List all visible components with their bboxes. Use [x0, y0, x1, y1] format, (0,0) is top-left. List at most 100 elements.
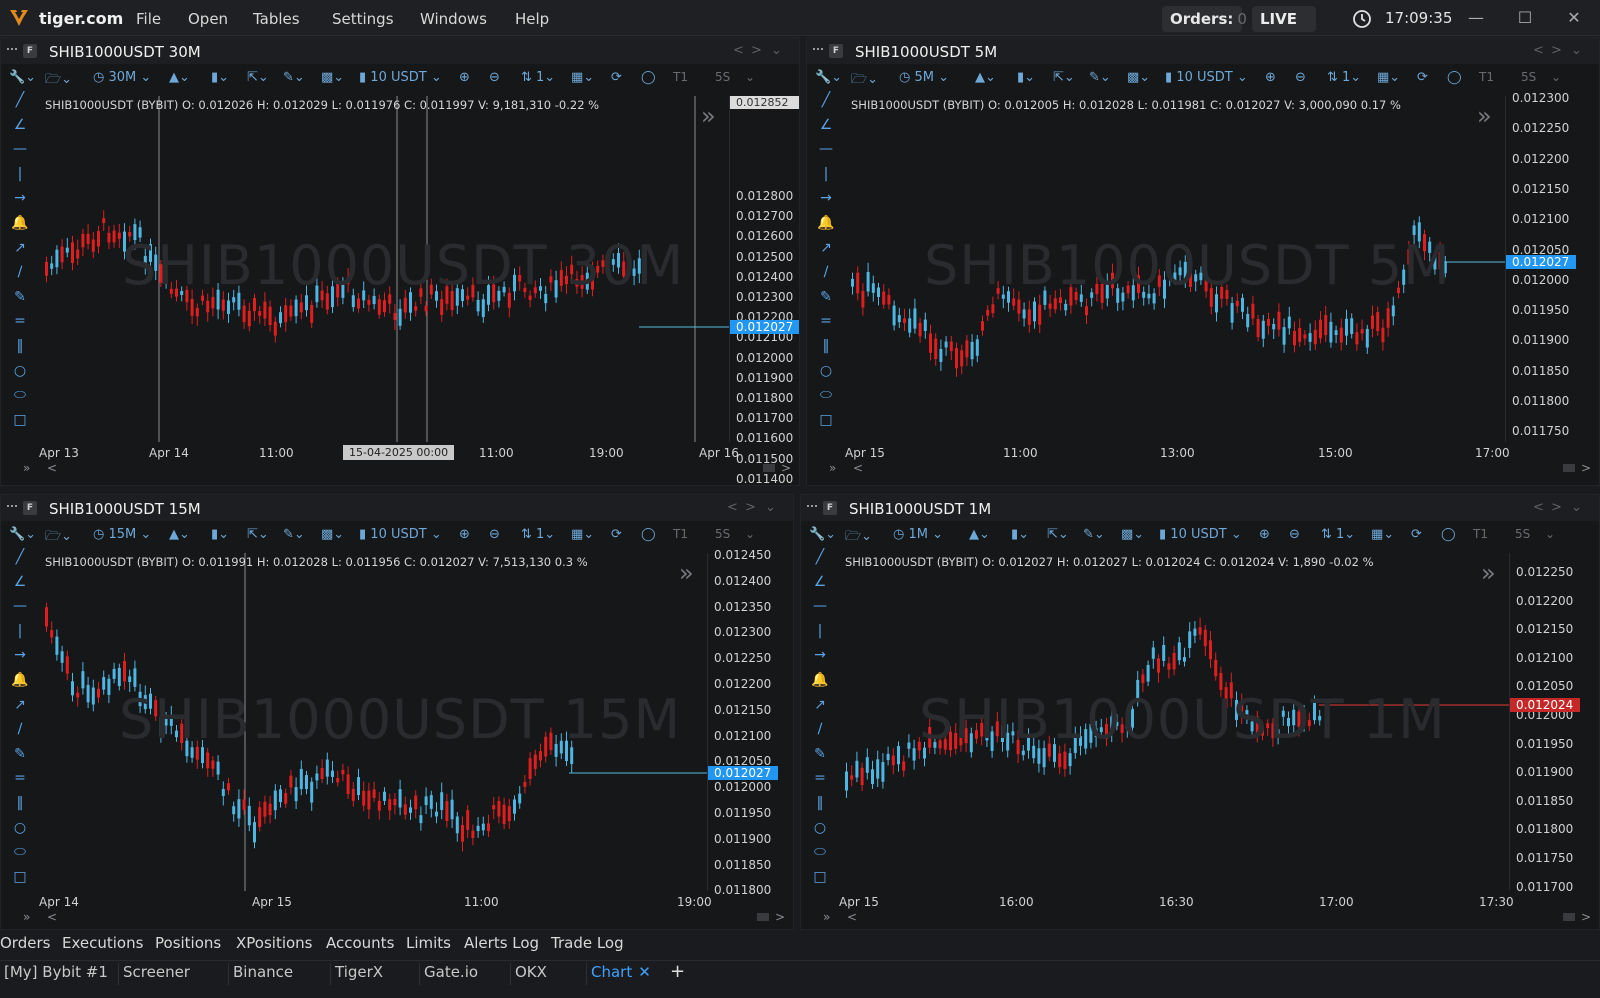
close-tab-icon[interactable]: ✕	[638, 963, 651, 981]
size-dropdown[interactable]: ▮ 10 USDT ⌄	[359, 70, 442, 85]
scroll-thumb[interactable]	[757, 913, 769, 921]
size-dropdown[interactable]: ▮ 10 USDT ⌄	[1159, 527, 1242, 542]
time-axis[interactable]: Apr 14 Apr 15 11:00 19:00	[39, 893, 712, 911]
menu-settings[interactable]: Settings	[332, 10, 394, 28]
brush-tool-icon[interactable]: ✎	[811, 746, 829, 762]
pencil-icon[interactable]: ✎⌄	[283, 527, 305, 542]
scroll-left-icon[interactable]: <	[853, 461, 863, 475]
collapse-icon[interactable]: ⌄	[1545, 527, 1555, 541]
expand-left-icon[interactable]: »	[823, 910, 830, 924]
scroll-right-icon[interactable]: >	[1581, 461, 1591, 475]
tab-orders[interactable]: Orders	[0, 934, 50, 952]
price-axis[interactable]: 0.012800 0.012700 0.012600 0.012500 0.012400…	[729, 96, 799, 485]
zoom-out-icon[interactable]: ⊖	[1295, 70, 1306, 85]
ray-tool-icon[interactable]: →	[811, 647, 829, 663]
arrow-tool-icon[interactable]: ↗	[11, 697, 29, 713]
parallel-channel-icon[interactable]: ∕	[811, 721, 829, 737]
zoom-out-icon[interactable]: ⊖	[1289, 527, 1300, 542]
tab-positions[interactable]: Positions	[155, 934, 221, 952]
interval-dropdown[interactable]: ◷ 1M ⌄	[893, 527, 943, 542]
time-axis[interactable]: Apr 13Apr 1411:001911:0019:00Apr 1615-04…	[39, 444, 739, 462]
workspace-tab-gateio[interactable]: Gate.io	[419, 963, 478, 985]
ray-tool-icon[interactable]: →	[11, 647, 29, 663]
arrow-tool-icon[interactable]: ↗	[817, 240, 835, 256]
rectangle-tool-icon[interactable]: □	[11, 869, 29, 885]
cursor-icon[interactable]: ⇱⌄	[247, 527, 269, 542]
expand-chevron-icon[interactable]: »	[1481, 559, 1496, 587]
drag-handle-icon[interactable]	[7, 48, 17, 52]
folder-icon[interactable]: 🗁⌄	[45, 527, 72, 549]
pause-lines-icon[interactable]: ‖	[11, 338, 29, 354]
alert-bell-icon[interactable]: 🔔	[817, 215, 835, 231]
circle-tool-icon[interactable]: ○	[11, 820, 29, 836]
interval-dropdown[interactable]: ◷ 5M ⌄	[899, 70, 949, 85]
tab-accounts[interactable]: Accounts	[326, 934, 394, 952]
size-dropdown[interactable]: ▮ 10 USDT ⌄	[1165, 70, 1248, 85]
t1-button[interactable]: T1	[1473, 527, 1488, 541]
alert-bell-icon[interactable]: 🔔	[11, 672, 29, 688]
pencil-icon[interactable]: ✎⌄	[283, 70, 305, 85]
expand-chevron-icon[interactable]: »	[701, 102, 716, 130]
expand-left-icon[interactable]: »	[23, 910, 30, 924]
ellipse-tool-icon[interactable]: ⬭	[811, 844, 829, 860]
chart-type-icon[interactable]: ▲⌄	[975, 70, 996, 85]
nav-right-icon[interactable]: >	[1551, 43, 1562, 58]
menu-file[interactable]: File	[136, 10, 161, 28]
volume-bars-icon[interactable]: ▩⌄	[1127, 70, 1150, 85]
sort-icon[interactable]: ⇅ 1⌄	[1321, 527, 1355, 542]
zoom-in-icon[interactable]: ⊕	[1265, 70, 1276, 85]
equal-lines-icon[interactable]: =	[811, 770, 829, 786]
folder-icon[interactable]: 🗁⌄	[45, 70, 72, 92]
workspace-tab-bybit[interactable]: [My] Bybit #1	[0, 963, 108, 985]
volume-bars-icon[interactable]: ▩⌄	[1121, 527, 1144, 542]
scroll-thumb[interactable]	[1563, 464, 1575, 472]
time-axis[interactable]: Apr 15 11:00 13:00 15:00 17:00	[845, 444, 1510, 462]
collapse-icon[interactable]: ⌄	[745, 70, 755, 84]
nav-right-icon[interactable]: >	[1551, 500, 1562, 515]
scroll-right-icon[interactable]: >	[781, 461, 791, 475]
favorite-badge-icon[interactable]: F	[823, 501, 837, 515]
favorite-badge-icon[interactable]: F	[829, 44, 843, 58]
size-dropdown[interactable]: ▮ 10 USDT ⌄	[359, 527, 442, 542]
line-tool-icon[interactable]: ╱	[811, 549, 829, 565]
equal-lines-icon[interactable]: =	[817, 313, 835, 329]
arrow-tool-icon[interactable]: ↗	[811, 697, 829, 713]
expand-chevron-icon[interactable]: »	[1477, 102, 1492, 130]
equal-lines-icon[interactable]: =	[11, 770, 29, 786]
scroll-left-icon[interactable]: <	[47, 910, 57, 924]
angle-tool-icon[interactable]: ∠	[811, 574, 829, 590]
tab-alerts-log[interactable]: Alerts Log	[464, 934, 539, 952]
chevron-down-icon[interactable]: ⌄	[1571, 43, 1582, 58]
wrench-icon[interactable]: 🔧⌄	[815, 70, 842, 85]
nav-left-icon[interactable]: <	[1533, 43, 1544, 58]
minimize-icon[interactable]: —	[1465, 8, 1487, 27]
plot-area[interactable]: SHIB1000USDT 15M SHIB1000USDT (BYBIT) O:…	[39, 553, 707, 891]
favorite-badge-icon[interactable]: F	[23, 44, 37, 58]
angle-tool-icon[interactable]: ∠	[817, 117, 835, 133]
brush-tool-icon[interactable]: ✎	[11, 746, 29, 762]
menu-help[interactable]: Help	[515, 10, 549, 28]
equal-lines-icon[interactable]: =	[11, 313, 29, 329]
zoom-out-icon[interactable]: ⊖	[489, 70, 500, 85]
parallel-channel-icon[interactable]: ∕	[11, 264, 29, 280]
sort-icon[interactable]: ⇅ 1⌄	[521, 527, 555, 542]
refresh-icon[interactable]: ⟳	[611, 527, 622, 542]
folder-icon[interactable]: 🗁⌄	[851, 70, 878, 92]
zoom-out-icon[interactable]: ⊖	[489, 527, 500, 542]
menu-open[interactable]: Open	[188, 10, 228, 28]
collapse-icon[interactable]: ⌄	[1551, 70, 1561, 84]
chevron-down-icon[interactable]: ⌄	[765, 500, 776, 515]
drag-handle-icon[interactable]	[813, 48, 823, 52]
wrench-icon[interactable]: 🔧⌄	[9, 527, 36, 542]
ellipse-tool-icon[interactable]: ⬭	[11, 387, 29, 403]
cursor-icon[interactable]: ⇱⌄	[1047, 527, 1069, 542]
chart-type-icon[interactable]: ▲⌄	[969, 527, 990, 542]
calendar-icon[interactable]: ▦⌄	[571, 70, 594, 85]
t1-button[interactable]: T1	[673, 70, 688, 84]
price-axis[interactable]: 0.012450 0.012400 0.012350 0.012300 0.012250…	[707, 548, 779, 897]
sort-icon[interactable]: ⇅ 1⌄	[1327, 70, 1361, 85]
scroll-left-icon[interactable]: <	[847, 910, 857, 924]
brush-tool-icon[interactable]: ✎	[817, 289, 835, 305]
horizontal-line-icon[interactable]: —	[811, 598, 829, 614]
plot-area[interactable]: SHIB1000USDT 30M SHIB1000USDT (BYBIT) O:…	[39, 96, 729, 442]
